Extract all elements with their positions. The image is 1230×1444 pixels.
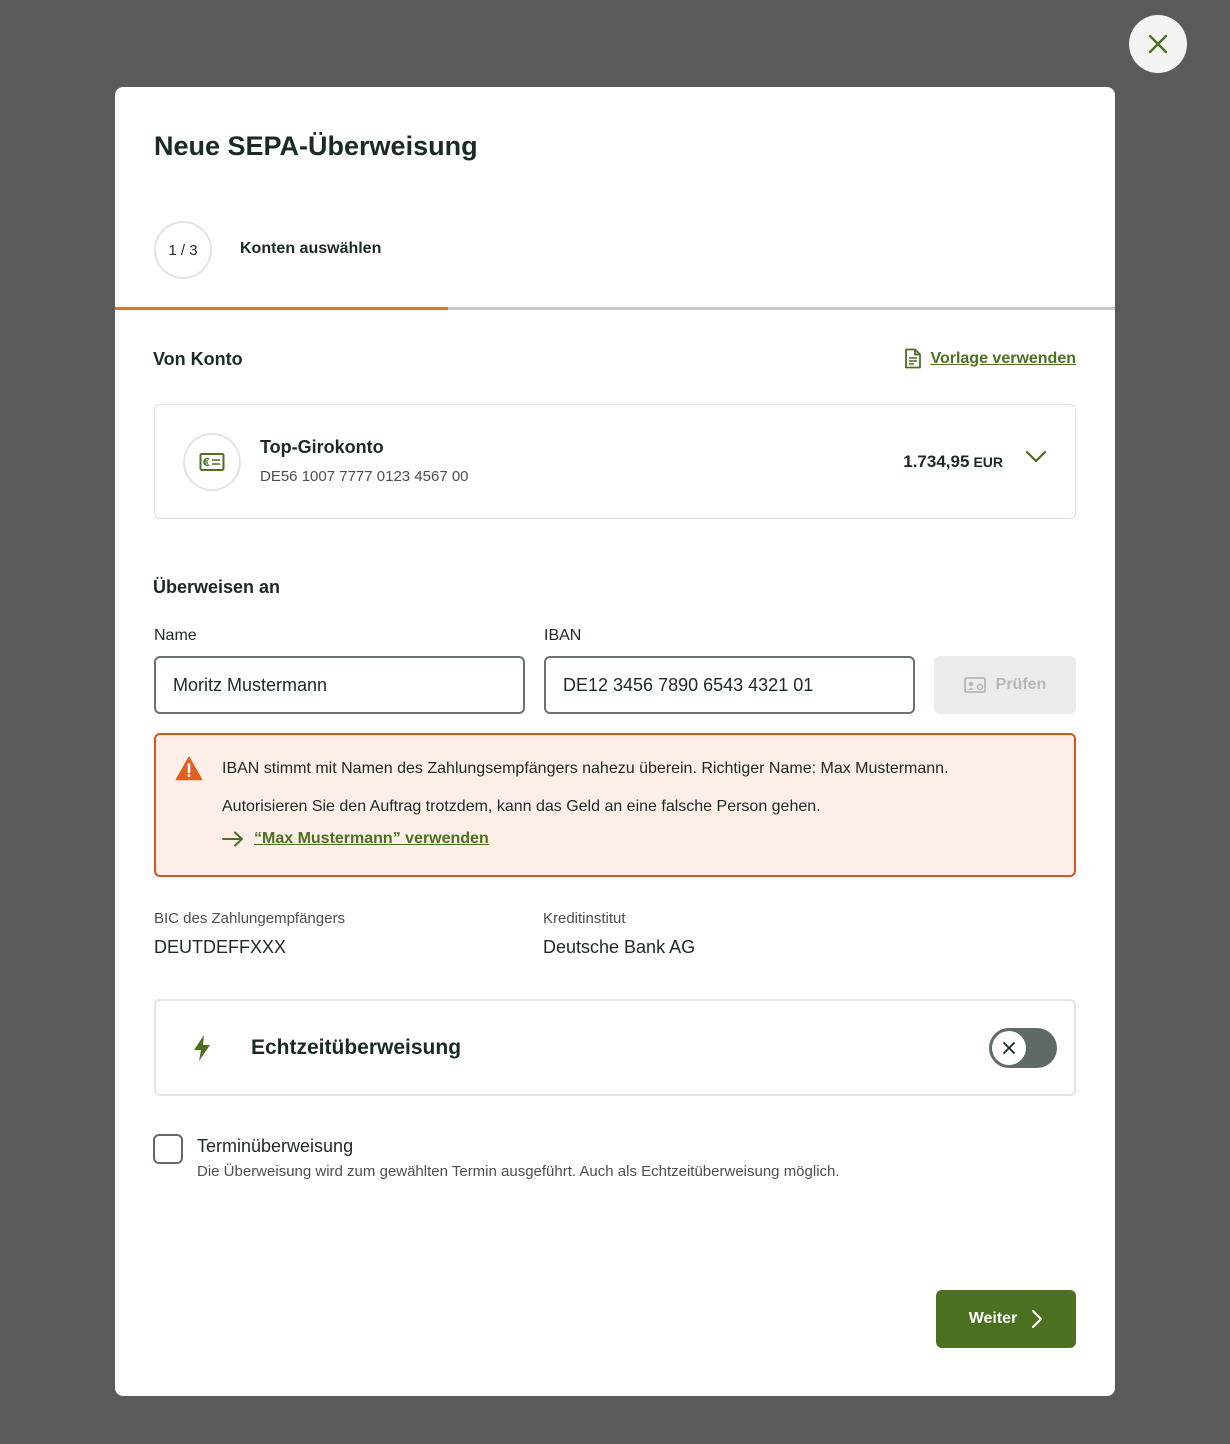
iban-field-label: IBAN xyxy=(544,627,582,644)
recipient-heading: Überweisen an xyxy=(153,577,281,597)
account-iban: DE56 1007 7777 0123 4567 00 xyxy=(260,468,469,485)
account-balance: 1.734,95 EUR xyxy=(903,452,1003,472)
bic-label: BIC des Zahlungempfängers xyxy=(154,910,345,927)
transfer-modal: Neue SEPA-Überweisung 1 / 3 Konten auswä… xyxy=(115,87,1115,1396)
account-name: Top-Girokonto xyxy=(260,437,384,457)
close-icon xyxy=(1148,34,1168,54)
scheduled-transfer-label: Terminüberweisung xyxy=(197,1136,354,1156)
close-modal-button[interactable] xyxy=(1129,15,1187,73)
step-counter-text: 1 / 3 xyxy=(168,241,198,259)
step-progress-fill xyxy=(115,307,448,310)
check-recipient-button[interactable]: Prüfen xyxy=(934,656,1076,714)
warning-triangle-icon xyxy=(175,756,203,781)
use-correct-name-label: “Max Mustermann” verwenden xyxy=(254,830,489,847)
account-balance-value: 1.734,95 xyxy=(903,452,970,471)
bank-label: Kreditinstitut xyxy=(543,910,626,927)
step-progress-bar xyxy=(115,307,1115,310)
euro-card-icon xyxy=(199,453,225,471)
x-icon xyxy=(1003,1042,1015,1054)
use-template-link[interactable]: Vorlage verwenden xyxy=(904,348,1076,369)
toggle-knob xyxy=(992,1031,1026,1065)
from-account-selector[interactable]: Top-Girokonto DE56 1007 7777 0123 4567 0… xyxy=(154,404,1076,519)
account-currency: EUR xyxy=(973,454,1003,470)
scheduled-transfer-checkbox[interactable] xyxy=(153,1134,183,1164)
instant-transfer-toggle[interactable] xyxy=(989,1028,1057,1068)
bic-value: DEUTDEFFXXX xyxy=(154,937,287,957)
next-button[interactable]: Weiter xyxy=(936,1290,1076,1348)
next-button-label: Weiter xyxy=(968,1310,1018,1327)
check-recipient-label: Prüfen xyxy=(995,676,1047,693)
document-icon xyxy=(905,348,922,369)
id-card-icon xyxy=(963,677,986,693)
page-title: Neue SEPA-Überweisung xyxy=(154,131,478,161)
use-correct-name-link[interactable]: “Max Mustermann” verwenden xyxy=(222,830,489,848)
arrow-right-icon xyxy=(222,831,243,847)
recipient-name-input[interactable] xyxy=(154,656,525,714)
instant-transfer-label: Echtzeitüberweisung xyxy=(251,1036,462,1059)
warning-detail: Autorisieren Sie den Auftrag trotzdem, k… xyxy=(222,798,821,815)
chevron-right-icon xyxy=(1032,1309,1043,1329)
recipient-iban-input[interactable] xyxy=(544,656,915,714)
scheduled-transfer-description: Die Überweisung wird zum gewählten Termi… xyxy=(197,1163,840,1180)
use-template-label: Vorlage verwenden xyxy=(930,349,1076,367)
lightning-icon xyxy=(194,1035,210,1061)
step-counter: 1 / 3 xyxy=(154,221,212,279)
name-field-label: Name xyxy=(154,627,197,644)
name-mismatch-warning: IBAN stimmt mit Namen des Zahlungsempfän… xyxy=(154,733,1076,877)
bank-value: Deutsche Bank AG xyxy=(543,937,696,957)
warning-message: IBAN stimmt mit Namen des Zahlungsempfän… xyxy=(222,760,949,777)
from-account-heading: Von Konto xyxy=(153,349,243,369)
step-label: Konten auswählen xyxy=(240,240,382,257)
chevron-down-icon[interactable] xyxy=(1025,450,1047,464)
account-icon-wrap xyxy=(183,433,241,491)
instant-transfer-option: Echtzeitüberweisung xyxy=(154,999,1076,1096)
